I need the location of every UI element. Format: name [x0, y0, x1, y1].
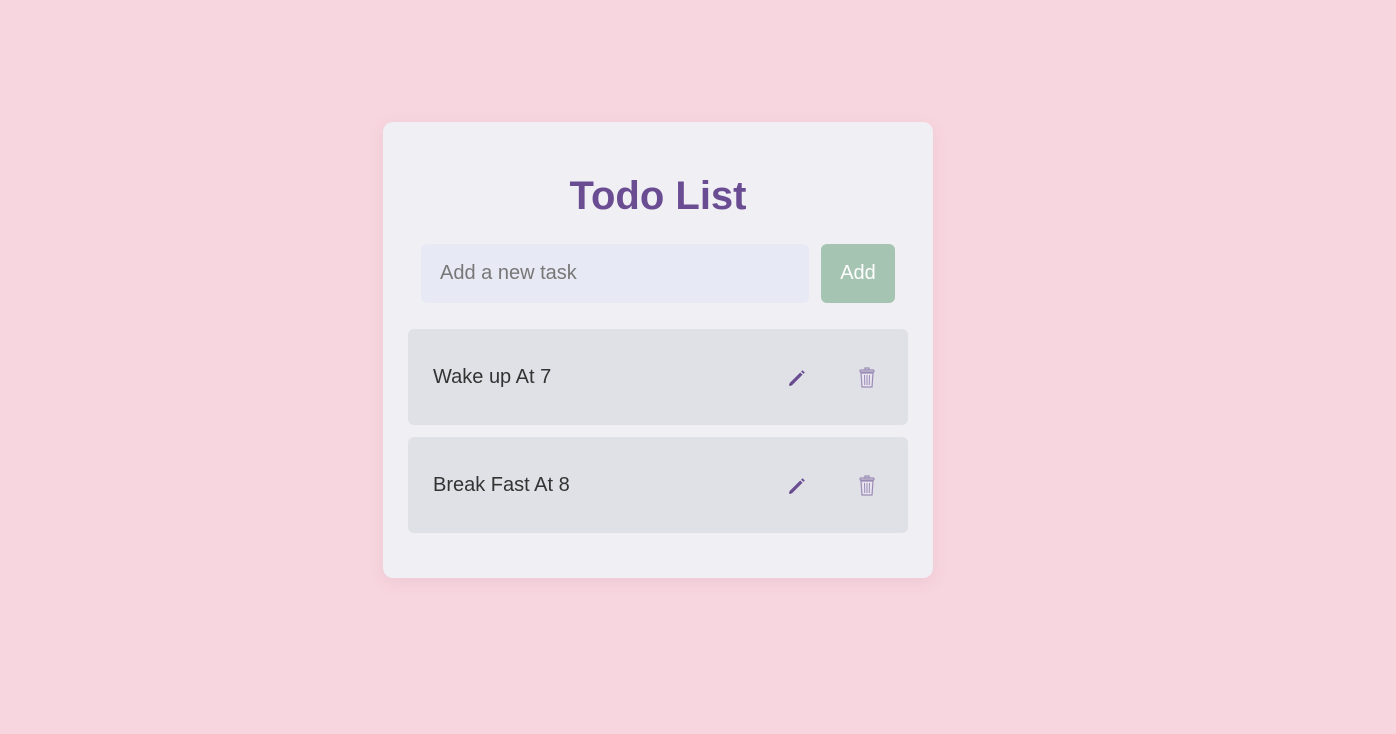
- task-text: Wake up At 7: [433, 366, 552, 388]
- task-text: Break Fast At 8: [433, 474, 570, 496]
- todo-card: Todo List Add Wake up At 7: [383, 122, 933, 578]
- edit-task-button[interactable]: [783, 472, 811, 500]
- page-title: Todo List: [569, 174, 747, 218]
- task-list: Wake up At 7 Break Fast At 8: [408, 329, 908, 545]
- new-task-input[interactable]: [421, 244, 809, 303]
- task-item: Break Fast At 8: [408, 437, 908, 533]
- delete-task-button[interactable]: [853, 472, 881, 500]
- edit-task-button[interactable]: [783, 364, 811, 392]
- delete-task-button[interactable]: [853, 364, 881, 392]
- pencil-icon: [789, 478, 805, 494]
- add-task-button[interactable]: Add: [821, 244, 895, 303]
- task-item: Wake up At 7: [408, 329, 908, 425]
- trash-icon: [859, 367, 875, 388]
- trash-icon: [859, 475, 875, 496]
- pencil-icon: [789, 370, 805, 386]
